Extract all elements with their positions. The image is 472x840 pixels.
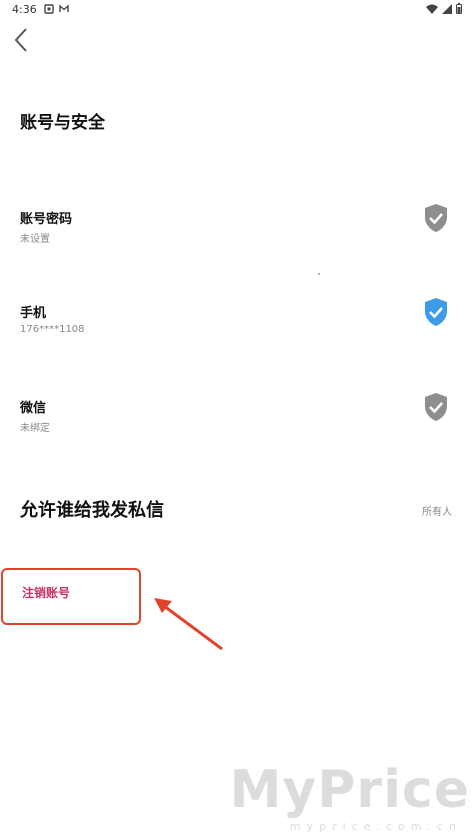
dm-permission-label: 允许谁给我发私信 [20, 500, 164, 521]
account-password-status: 未设置 [20, 234, 50, 245]
status-right [426, 3, 462, 14]
wechat-label: 微信 [20, 401, 47, 416]
chevron-left-icon [14, 28, 27, 52]
wifi-icon [426, 4, 438, 14]
separator-dot [318, 273, 320, 275]
status-bar: 4:36 [0, 0, 472, 20]
page-title: 账号与安全 [20, 113, 105, 133]
phone-number: 176****1108 [20, 324, 85, 335]
gmail-icon [59, 4, 69, 12]
watermark-url: myprice.com.cn [289, 820, 462, 833]
phone-label: 手机 [20, 306, 47, 321]
back-button[interactable] [10, 24, 38, 56]
shield-check-icon [425, 204, 447, 232]
annotation-arrow-icon [154, 598, 223, 651]
watermark-logo: MyPrice [229, 760, 470, 820]
cancel-account-button[interactable]: 注销账号 [22, 584, 70, 601]
status-time: 4:36 [12, 3, 37, 16]
battery-icon [456, 3, 462, 14]
account-password-label: 账号密码 [20, 212, 73, 227]
signal-icon [442, 3, 452, 14]
wechat-status: 未绑定 [20, 423, 50, 434]
dm-permission-value[interactable]: 所有人 [422, 503, 452, 518]
shield-check-icon [425, 393, 447, 421]
notification-app-icon [44, 4, 54, 14]
shield-check-verified-icon [425, 298, 447, 326]
